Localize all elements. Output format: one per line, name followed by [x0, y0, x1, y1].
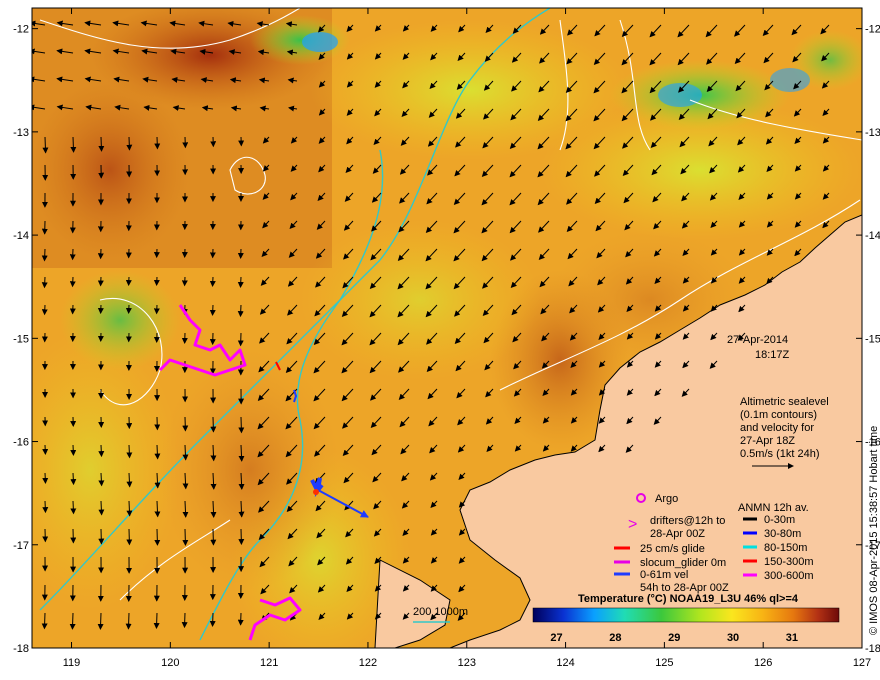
anmn-title: ANMN 12h av. [738, 502, 809, 514]
colorbar-tick-label: 30 [727, 632, 739, 644]
colorbar-tick-label: 28 [609, 632, 621, 644]
slocum-label: slocum_glider 0m [640, 557, 726, 569]
isobath-label: 200 1000m [413, 606, 468, 618]
velocity-arrow [181, 612, 188, 629]
x-tick-label: 124 [556, 657, 574, 669]
y-tick-label: -13 [13, 127, 29, 139]
velocity-arrow [238, 500, 245, 518]
sst-map: 119 120 121 122 123 124 125 126 127 -12 -12 -13 -13… [13, 7, 880, 669]
altimetry-line: and velocity for [740, 422, 814, 434]
vel-label: 0-61m vel [640, 569, 688, 581]
drifter-marker: > [628, 516, 637, 533]
x-tick-label: 121 [260, 657, 278, 669]
velocity-arrow [125, 612, 132, 630]
velocity-arrow [69, 612, 76, 630]
side-credit: © IMOS 08-Apr-2015 15:38:57 Hobart time [868, 426, 880, 635]
x-tick-label: 123 [458, 657, 476, 669]
x-tick-label: 127 [853, 657, 871, 669]
colorbar-tick-label: 31 [786, 632, 798, 644]
y-tick-label: -14 [13, 230, 29, 242]
velocity-arrow [70, 136, 77, 153]
velocity-arrow [153, 612, 160, 630]
y-tick-label-right: -15 [865, 333, 880, 345]
velocity-arrow [98, 444, 105, 458]
x-tick-label: 125 [655, 657, 673, 669]
y-tick-label: -12 [13, 24, 29, 36]
y-tick-label: -18 [13, 643, 29, 655]
x-tick-label: 119 [63, 657, 81, 669]
y-tick-label-right: -12 [865, 24, 880, 36]
x-tick-label: 126 [754, 657, 772, 669]
anmn-label: 30-80m [764, 528, 801, 540]
y-tick-label: -16 [13, 437, 29, 449]
velocity-arrow [98, 472, 105, 487]
colorbar-tick-label: 27 [550, 632, 562, 644]
velocity-arrow [41, 612, 48, 630]
colorbar-title: Temperature (°C) NOAA19_L3U 46% ql>=4 [578, 593, 799, 605]
x-tick-label: 122 [359, 657, 377, 669]
velocity-arrow [98, 500, 105, 516]
velocity-arrow [41, 276, 48, 289]
y-tick-label: -15 [13, 333, 29, 345]
anmn-label: 80-150m [764, 542, 807, 554]
date-label: 27-Apr-2014 [727, 334, 788, 346]
velocity-arrow [97, 612, 104, 630]
colorbar-tick-label: 29 [668, 632, 680, 644]
y-tick-label: -17 [13, 540, 29, 552]
velocity-arrow [210, 444, 217, 462]
altimetry-line: Altimetric sealevel [740, 396, 829, 408]
x-tick-label: 120 [161, 657, 179, 669]
glide-label: 25 cm/s glide [640, 543, 705, 555]
y-tick-label-right: -18 [865, 643, 880, 655]
velocity-arrow [126, 444, 133, 459]
y-tick-label-right: -14 [865, 230, 880, 242]
velocity-arrow [154, 444, 161, 460]
velocity-arrow [210, 500, 217, 518]
drifters-label: drifters@12h to [650, 515, 725, 527]
anmn-label: 150-300m [764, 556, 814, 568]
altimetry-line: 0.5m/s (1kt 24h) [740, 448, 819, 460]
velocity-arrow [70, 472, 77, 486]
velocity-arrow [237, 304, 244, 318]
velocity-arrow [126, 500, 133, 517]
velocity-arrow [154, 500, 161, 518]
velocity-arrow [70, 500, 77, 515]
colorbar-ramp [532, 607, 840, 623]
anmn-label: 0-30m [764, 514, 795, 526]
anmn-label: 300-600m [764, 570, 814, 582]
argo-label: Argo [655, 493, 678, 505]
altimetry-line: (0.1m contours) [740, 409, 817, 421]
velocity-arrow [42, 136, 49, 154]
velocity-arrow [126, 472, 133, 488]
y-tick-label-right: -13 [865, 127, 880, 139]
velocity-arrow [182, 500, 189, 518]
velocity-arrow [98, 136, 105, 152]
drifters-label: 28-Apr 00Z [650, 528, 705, 540]
time-label: 18:17Z [755, 349, 790, 361]
altimetry-line: 27-Apr 18Z [740, 435, 795, 447]
velocity-arrow [182, 444, 189, 461]
